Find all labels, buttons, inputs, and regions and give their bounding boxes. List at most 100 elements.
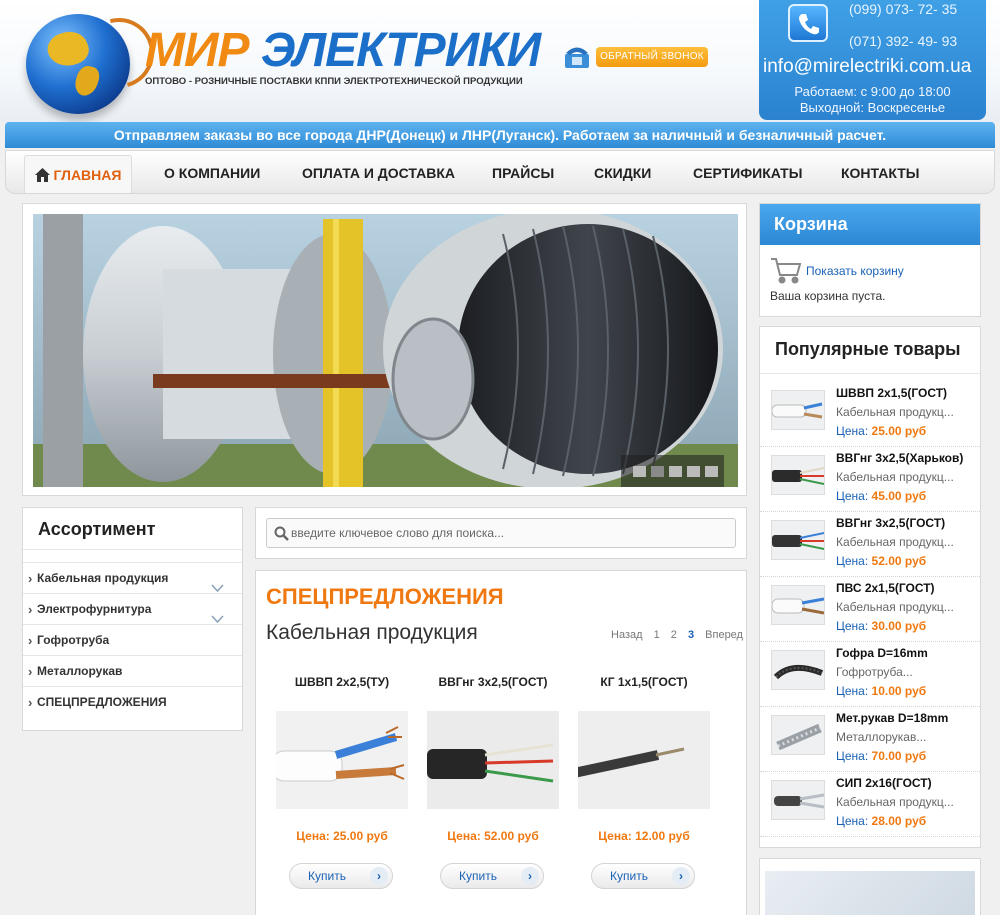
slider-dot[interactable]	[651, 466, 664, 477]
popular-item-name[interactable]: Гофра D=16mm	[836, 646, 928, 660]
email-link[interactable]: info@mirelectriki.com.ua	[763, 56, 971, 78]
popular-item-category: Металлорукав...	[836, 730, 927, 744]
category-label: Гофротруба	[37, 633, 110, 647]
site-header: МИР ЭЛЕКТРИКИ ОПТОВО - РОЗНИЧНЫЕ ПОСТАВК…	[0, 0, 1000, 122]
product-image[interactable]	[276, 711, 408, 809]
slider-dot[interactable]	[633, 466, 646, 477]
product-thumbnail[interactable]	[771, 520, 825, 560]
popular-item-name[interactable]: ПВС 2х1,5(ГОСТ)	[836, 581, 935, 595]
product-price: Цена: 52.00 руб	[447, 829, 539, 843]
product-name[interactable]: ШВВП 2х2,5(ТУ)	[272, 675, 412, 689]
phone-number-1: (099) 073- 72- 35	[849, 1, 958, 17]
popular-item-name[interactable]: ВВГнг 3х2,5(Харьков)	[836, 451, 963, 465]
category-label: Кабельная продукция	[37, 571, 169, 585]
product-thumbnail[interactable]	[771, 390, 825, 430]
search-icon[interactable]	[274, 526, 289, 544]
desk-phone-icon	[563, 44, 591, 70]
pager-page-2[interactable]: 2	[671, 629, 677, 641]
assortment-title: Ассортимент	[23, 508, 242, 550]
phone-number-2: (071) 392- 49- 93	[849, 33, 958, 49]
nav-item-prices[interactable]: ПРАЙСЫ	[492, 151, 554, 193]
show-cart-link[interactable]: Показать корзину	[806, 264, 904, 278]
specials-panel: СПЕЦПРЕДЛОЖЕНИЯ Кабельная продукция Наза…	[255, 570, 747, 915]
nav-item-payment-delivery[interactable]: ОПЛАТА И ДОСТАВКА	[302, 151, 455, 193]
category-item-fittings[interactable]: Электрофурнитура	[23, 593, 242, 625]
category-label: Электрофурнитура	[37, 602, 152, 616]
popular-item-name[interactable]: СИП 2х16(ГОСТ)	[836, 776, 932, 790]
product-name[interactable]: КГ 1х1,5(ГОСТ)	[574, 675, 714, 689]
category-item-corrugated-pipe[interactable]: Гофротруба	[23, 624, 242, 656]
nav-item-certificates[interactable]: СЕРТИФИКАТЫ	[693, 151, 802, 193]
cart-panel: Корзина Показать корзину Ваша корзина пу…	[759, 203, 981, 317]
popular-item-price: Цена: 25.00 руб	[836, 424, 927, 438]
pager-next[interactable]: Вперед	[705, 629, 743, 641]
popular-item[interactable]: ВВГнг 3х2,5(ГОСТ) Кабельная продукц... Ц…	[760, 512, 980, 577]
popular-item-name[interactable]: Мет.рукав D=18mm	[836, 711, 948, 725]
search-input[interactable]	[266, 518, 736, 548]
logo-word-2: ЭЛЕКТРИКИ	[260, 24, 541, 77]
chevron-right-icon: ›	[521, 867, 539, 885]
popular-item[interactable]: ПВС 2х1,5(ГОСТ) Кабельная продукц... Цен…	[760, 577, 980, 642]
product-thumbnail[interactable]	[771, 650, 825, 690]
nav-item-about[interactable]: О КОМПАНИИ	[164, 151, 260, 193]
buy-button[interactable]: Купить ›	[591, 863, 695, 889]
popular-item-price: Цена: 28.00 руб	[836, 814, 927, 828]
popular-item-price: Цена: 45.00 руб	[836, 489, 927, 503]
popular-item-price: Цена: 70.00 руб	[836, 749, 927, 763]
popular-item[interactable]: СИП 2х16(ГОСТ) Кабельная продукц... Цена…	[760, 772, 980, 837]
popular-item[interactable]: Гофра D=16mm Гофротруба... Цена: 10.00 р…	[760, 642, 980, 707]
specials-title: СПЕЦПРЕДЛОЖЕНИЯ	[266, 584, 504, 609]
category-item-cable[interactable]: Кабельная продукция	[23, 562, 242, 594]
bottom-banner	[759, 858, 981, 915]
nav-item-home[interactable]: ГЛАВНАЯ	[24, 155, 132, 193]
pagination: Назад 1 2 3 Вперед	[611, 629, 751, 641]
popular-item-name[interactable]: ВВГнг 3х2,5(ГОСТ)	[836, 516, 945, 530]
pager-page-1[interactable]: 1	[654, 629, 660, 641]
popular-item[interactable]: ШВВП 2х1,5(ГОСТ) Кабельная продукц... Це…	[760, 382, 980, 447]
home-icon	[34, 158, 50, 196]
product-image[interactable]	[578, 711, 710, 809]
category-item-metal-hose[interactable]: Металлорукав	[23, 655, 242, 687]
product-thumbnail[interactable]	[771, 455, 825, 495]
popular-products-panel: Популярные товары ШВВП 2х1,5(ГОСТ) Кабел…	[759, 326, 981, 848]
category-item-specials[interactable]: СПЕЦПРЕДЛОЖЕНИЯ	[23, 686, 242, 718]
slide-image-cable-drums[interactable]	[33, 214, 738, 487]
category-label: Металлорукав	[37, 664, 123, 678]
logo-globe-icon[interactable]	[26, 5, 167, 114]
popular-item[interactable]: ВВГнг 3х2,5(Харьков) Кабельная продукц..…	[760, 447, 980, 512]
nav-item-contacts[interactable]: КОНТАКТЫ	[841, 151, 919, 193]
pager-page-3[interactable]: 3	[688, 629, 694, 641]
pager-prev[interactable]: Назад	[611, 629, 643, 641]
slider-dot[interactable]	[705, 466, 718, 477]
product-image[interactable]	[427, 711, 559, 809]
buy-button[interactable]: Купить ›	[289, 863, 393, 889]
slider-dot[interactable]	[687, 466, 700, 477]
chevron-right-icon: ›	[672, 867, 690, 885]
contact-box: (099) 073- 72- 35 (071) 392- 49- 93 info…	[759, 0, 986, 120]
logo-word-1: МИР	[145, 24, 250, 77]
buy-button-label: Купить	[459, 869, 497, 883]
callback-button[interactable]: ОБРАТНЫЙ ЗВОНОК	[596, 47, 708, 67]
product-thumbnail[interactable]	[771, 585, 825, 625]
banner-image[interactable]	[765, 871, 975, 915]
product-card: КГ 1х1,5(ГОСТ) Цена: 12.00 руб Купить ›	[574, 671, 714, 911]
product-name[interactable]: ВВГнг 3х2,5(ГОСТ)	[423, 675, 563, 689]
logo-tagline: ОПТОВО - РОЗНИЧНЫЕ ПОСТАВКИ КППИ ЭЛЕКТРО…	[145, 76, 523, 87]
slider-pagination	[621, 455, 724, 487]
popular-title: Популярные товары	[760, 327, 980, 374]
chevron-right-icon: ›	[370, 867, 388, 885]
popular-item-category: Кабельная продукц...	[836, 405, 954, 419]
slider-dot[interactable]	[669, 466, 682, 477]
product-thumbnail[interactable]	[771, 715, 825, 755]
popular-item-name[interactable]: ШВВП 2х1,5(ГОСТ)	[836, 386, 947, 400]
nav-item-discounts[interactable]: СКИДКИ	[594, 151, 651, 193]
working-hours: Работаем: с 9:00 до 18:00	[794, 84, 951, 99]
buy-button[interactable]: Купить ›	[440, 863, 544, 889]
logo-title[interactable]: МИР ЭЛЕКТРИКИ	[145, 24, 541, 77]
product-thumbnail[interactable]	[771, 780, 825, 820]
buy-button-label: Купить	[610, 869, 648, 883]
nav-item-label: ГЛАВНАЯ	[53, 167, 122, 183]
assortment-panel: Ассортимент Кабельная продукция Электроф…	[22, 507, 243, 731]
product-price: Цена: 12.00 руб	[598, 829, 690, 843]
popular-item[interactable]: Мет.рукав D=18mm Металлорукав... Цена: 7…	[760, 707, 980, 772]
